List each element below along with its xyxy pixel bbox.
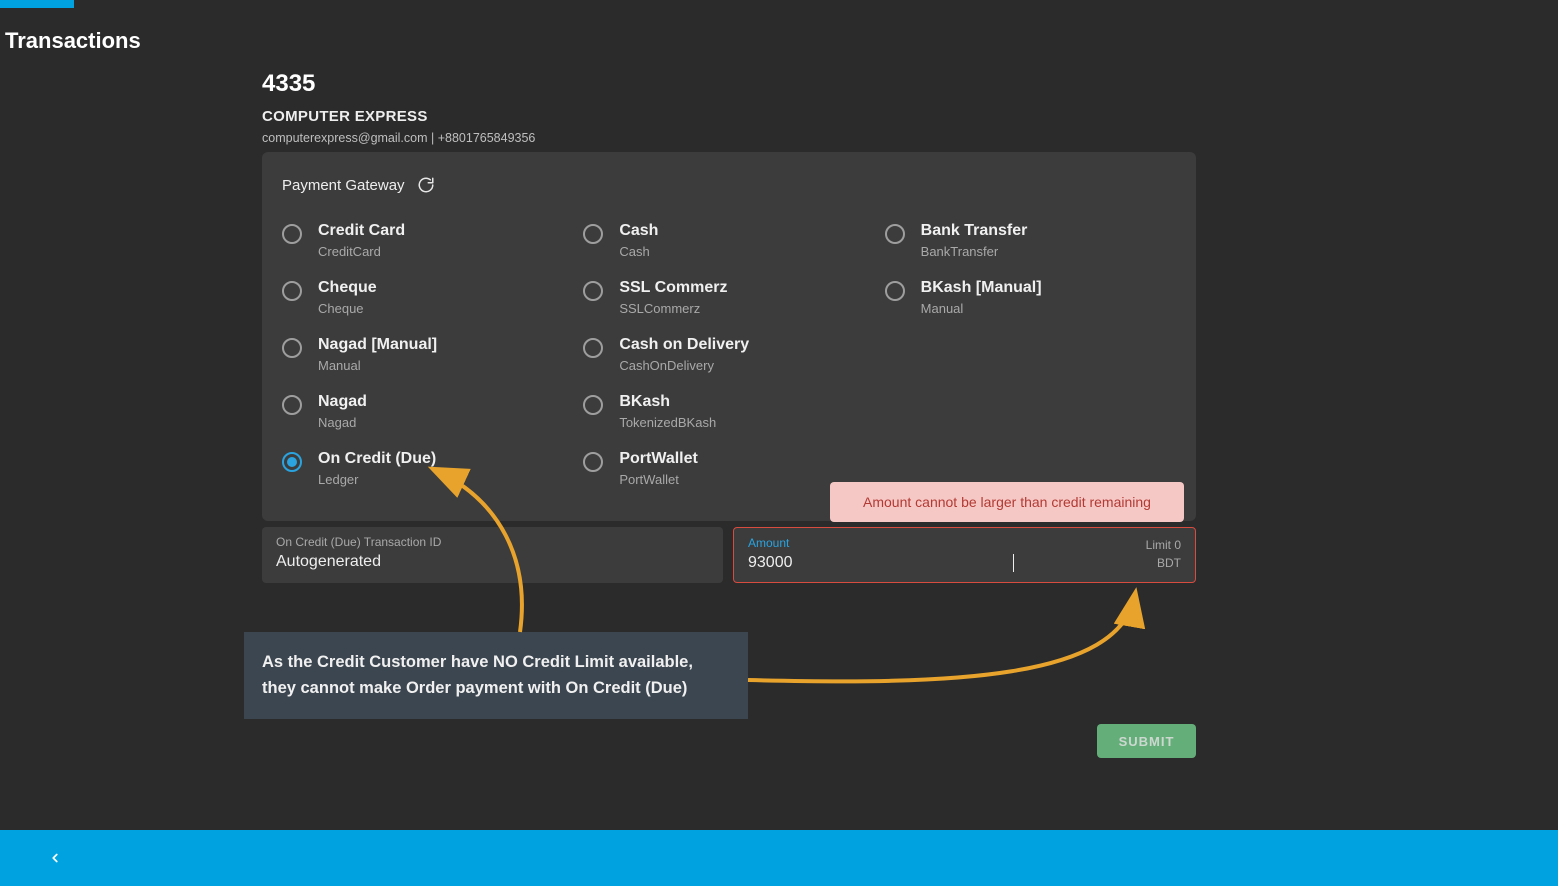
transaction-id-label: On Credit (Due) Transaction ID bbox=[276, 535, 709, 549]
gateway-subtitle: CreditCard bbox=[318, 244, 405, 259]
fields-row: On Credit (Due) Transaction ID Autogener… bbox=[262, 527, 1196, 583]
gateway-column-1: Credit Card CreditCard Cheque Cheque Nagad [… bbox=[282, 216, 573, 501]
panel-title: Payment Gateway bbox=[282, 177, 405, 194]
radio-icon[interactable] bbox=[583, 395, 603, 415]
annotation-note: As the Credit Customer have NO Credit Li… bbox=[244, 632, 748, 719]
error-text: Amount cannot be larger than credit rema… bbox=[863, 494, 1151, 510]
gateway-option[interactable]: BKash TokenizedBKash bbox=[583, 387, 874, 444]
gateway-text: SSL Commerz SSLCommerz bbox=[619, 279, 727, 316]
refresh-icon[interactable] bbox=[417, 176, 435, 194]
radio-icon[interactable] bbox=[282, 452, 302, 472]
gateway-option[interactable]: SSL Commerz SSLCommerz bbox=[583, 273, 874, 330]
page-title: Transactions bbox=[5, 28, 141, 54]
gateway-subtitle: Manual bbox=[921, 301, 1042, 316]
radio-icon[interactable] bbox=[282, 281, 302, 301]
gateway-option[interactable]: BKash [Manual] Manual bbox=[885, 273, 1176, 330]
payment-gateway-panel: Payment Gateway Credit Card CreditCard Che… bbox=[262, 152, 1196, 521]
gateway-subtitle: CashOnDelivery bbox=[619, 358, 749, 373]
gateway-title: Nagad bbox=[318, 393, 367, 411]
gateway-text: PortWallet PortWallet bbox=[619, 450, 698, 487]
customer-id: 4335 bbox=[262, 70, 535, 98]
gateway-option[interactable]: Cheque Cheque bbox=[282, 273, 573, 330]
gateway-column-2: Cash Cash SSL Commerz SSLCommerz Cash on Del… bbox=[583, 216, 874, 501]
gateway-text: Cash Cash bbox=[619, 222, 658, 259]
gateway-title: Cash bbox=[619, 222, 658, 240]
gateway-subtitle: Cheque bbox=[318, 301, 377, 316]
gateway-subtitle: TokenizedBKash bbox=[619, 415, 716, 430]
gateway-title: PortWallet bbox=[619, 450, 698, 468]
annotation-note-text: As the Credit Customer have NO Credit Li… bbox=[262, 653, 693, 697]
gateway-option[interactable]: Bank Transfer BankTransfer bbox=[885, 216, 1176, 273]
gateway-option[interactable]: Nagad Nagad bbox=[282, 387, 573, 444]
gateway-option[interactable]: Credit Card CreditCard bbox=[282, 216, 573, 273]
amount-label: Amount bbox=[748, 536, 1181, 550]
gateway-column-3: Bank Transfer BankTransfer BKash [Manual] M… bbox=[885, 216, 1176, 501]
amount-field[interactable]: Amount Limit 0 BDT bbox=[733, 527, 1196, 583]
gateway-subtitle: SSLCommerz bbox=[619, 301, 727, 316]
gateway-subtitle: BankTransfer bbox=[921, 244, 1028, 259]
gateway-text: Cash on Delivery CashOnDelivery bbox=[619, 336, 749, 373]
customer-contact: computerexpress@gmail.com | +88017658493… bbox=[262, 131, 535, 145]
submit-button[interactable]: SUBMIT bbox=[1097, 724, 1196, 758]
gateway-subtitle: Cash bbox=[619, 244, 658, 259]
error-tooltip: Amount cannot be larger than credit rema… bbox=[830, 482, 1184, 522]
radio-icon[interactable] bbox=[583, 224, 603, 244]
gateway-subtitle: PortWallet bbox=[619, 472, 698, 487]
gateway-title: Cash on Delivery bbox=[619, 336, 749, 354]
gateway-option[interactable]: On Credit (Due) Ledger bbox=[282, 444, 573, 501]
gateway-title: Nagad [Manual] bbox=[318, 336, 437, 354]
gateway-text: On Credit (Due) Ledger bbox=[318, 450, 436, 487]
radio-icon[interactable] bbox=[885, 281, 905, 301]
customer-name: COMPUTER EXPRESS bbox=[262, 108, 535, 125]
gateway-text: Nagad [Manual] Manual bbox=[318, 336, 437, 373]
gateway-title: Bank Transfer bbox=[921, 222, 1028, 240]
amount-currency: BDT bbox=[1146, 554, 1181, 572]
customer-header: 4335 COMPUTER EXPRESS computerexpress@gm… bbox=[262, 70, 535, 145]
gateway-subtitle: Ledger bbox=[318, 472, 436, 487]
gateway-text: BKash [Manual] Manual bbox=[921, 279, 1042, 316]
gateway-text: BKash TokenizedBKash bbox=[619, 393, 716, 430]
gateway-subtitle: Manual bbox=[318, 358, 437, 373]
radio-icon[interactable] bbox=[583, 281, 603, 301]
amount-limit-label: Limit 0 bbox=[1146, 536, 1181, 554]
gateway-subtitle: Nagad bbox=[318, 415, 367, 430]
radio-icon[interactable] bbox=[282, 395, 302, 415]
gateway-text: Nagad Nagad bbox=[318, 393, 367, 430]
gateway-option[interactable]: Nagad [Manual] Manual bbox=[282, 330, 573, 387]
text-caret bbox=[1013, 554, 1014, 572]
gateway-title: BKash [Manual] bbox=[921, 279, 1042, 297]
gateway-option[interactable]: Cash Cash bbox=[583, 216, 874, 273]
gateway-title: Credit Card bbox=[318, 222, 405, 240]
radio-icon[interactable] bbox=[282, 338, 302, 358]
radio-icon[interactable] bbox=[583, 338, 603, 358]
bottom-bar bbox=[0, 830, 1558, 886]
gateway-text: Credit Card CreditCard bbox=[318, 222, 405, 259]
gateway-title: On Credit (Due) bbox=[318, 450, 436, 468]
transaction-id-field: On Credit (Due) Transaction ID Autogener… bbox=[262, 527, 723, 583]
radio-icon[interactable] bbox=[282, 224, 302, 244]
radio-icon[interactable] bbox=[885, 224, 905, 244]
gateway-title: BKash bbox=[619, 393, 716, 411]
gateway-option[interactable]: Cash on Delivery CashOnDelivery bbox=[583, 330, 874, 387]
amount-input[interactable] bbox=[748, 554, 1008, 572]
back-button[interactable] bbox=[0, 830, 110, 886]
transaction-id-value: Autogenerated bbox=[276, 553, 709, 571]
gateway-title: Cheque bbox=[318, 279, 377, 297]
radio-icon[interactable] bbox=[583, 452, 603, 472]
gateway-title: SSL Commerz bbox=[619, 279, 727, 297]
gateway-text: Bank Transfer BankTransfer bbox=[921, 222, 1028, 259]
gateway-text: Cheque Cheque bbox=[318, 279, 377, 316]
amount-meta: Limit 0 BDT bbox=[1146, 536, 1181, 572]
accent-strip bbox=[0, 0, 74, 8]
